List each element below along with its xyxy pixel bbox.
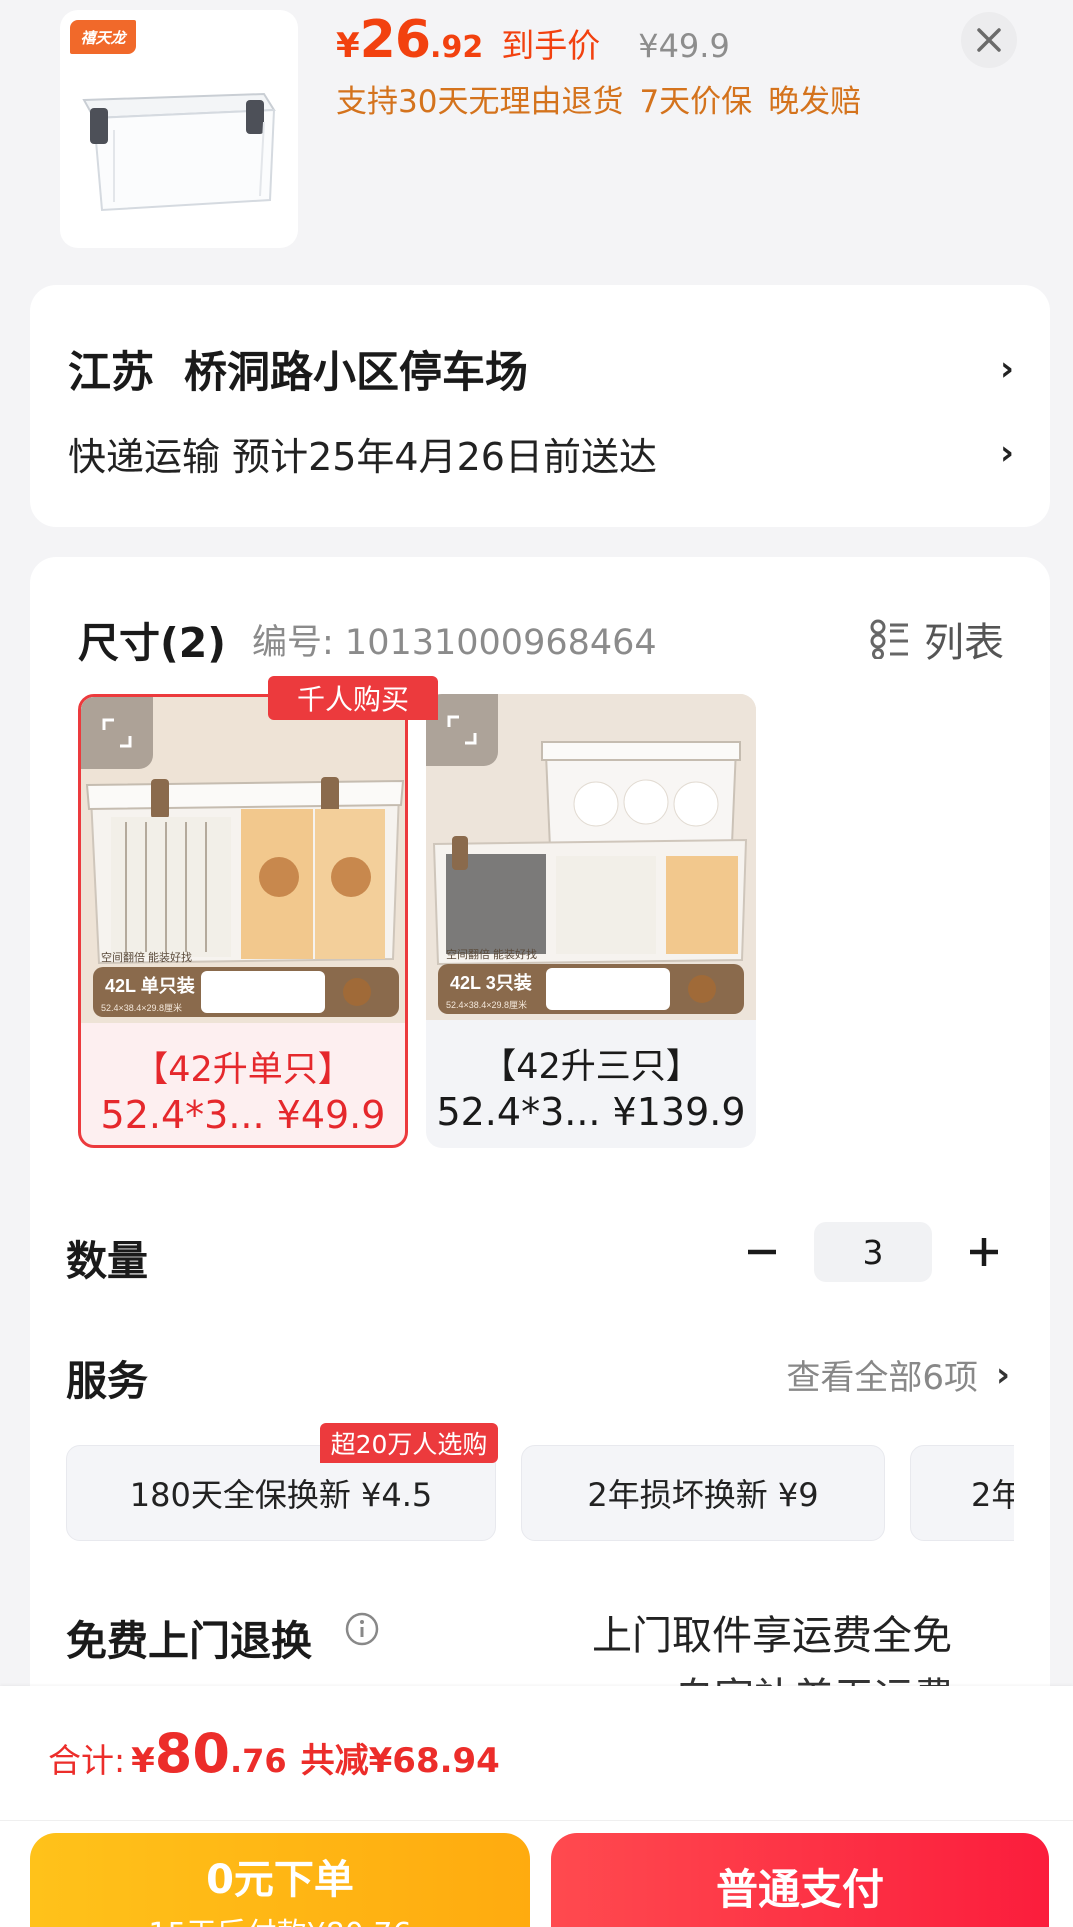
decrease-button[interactable] [734,1224,790,1280]
brand-logo: 禧天龙 [70,20,136,54]
list-view-toggle[interactable]: 列表 [870,610,1004,668]
sku-image-tag: 42L 3只装 [450,972,532,993]
expand-icon [447,715,477,745]
price-line: ¥ 26 .92 到手价 ¥49.9 [336,10,730,70]
list-toggle-label: 列表 [924,620,1004,666]
sku-name: 【42升三只】 [481,1047,701,1087]
address-text: 江苏 桥洞路小区停车场 [68,348,528,398]
normal-pay-button[interactable]: 普通支付 [551,1833,1049,1927]
hot-badge: 千人购买 [268,676,438,720]
sku-image-dims: 52.4×38.4×29.8厘米 [101,1002,182,1013]
list-icon [870,619,908,659]
sku-option-single[interactable]: 空间翻倍 能装好找 42L 单只装 52.4×38.4×29.8厘米 【42升单… [78,694,408,1148]
close-button[interactable] [961,12,1017,68]
address-card: 江苏 桥洞路小区停车场 › 快递运输 预计25年4月26日前送达 › [30,285,1050,527]
checkout-bar: 合计: ¥ 80 .76 共减¥68.94 0元下单 15天后付款¥80.76 … [0,1686,1073,1927]
quantity-label: 数量 [66,1237,148,1285]
expand-button[interactable] [81,697,153,769]
address-row[interactable]: 江苏 桥洞路小区停车场 › [68,339,1014,399]
close-icon [977,28,1001,52]
service-label: 服务 [66,1357,148,1405]
view-all-label: 查看全部6项 [786,1358,978,1398]
pay-later-button[interactable]: 0元下单 15天后付款¥80.76 [30,1833,530,1927]
info-icon[interactable] [344,1611,380,1647]
total-discount: 共减¥68.94 [300,1741,500,1781]
service-chip-2year[interactable]: 2年损坏换新 ¥9 [521,1445,885,1541]
sku-detail: 52.4*3... ¥49.9 [100,1093,386,1137]
sku-image-caption: 空间翻倍 能装好找 [446,947,537,961]
quantity-stepper: 3 [734,1221,1012,1283]
total-symbol: ¥ [131,1741,155,1781]
delivery-row[interactable]: 快递运输 预计25年4月26日前送达 › [68,425,1014,481]
price-decimal: .92 [430,30,484,65]
price-integer: 26 [359,10,431,70]
delivery-text: 快递运输 预计25年4月26日前送达 [68,434,657,479]
minus-icon [748,1249,776,1255]
pay-later-subtitle: 15天后付款¥80.76 [30,1909,530,1927]
sku-option-triple[interactable]: 空间翻倍 能装好找 42L 3只装 52.4×38.4×29.8厘米 【42升三… [426,694,756,1148]
chevron-right-icon: › [995,1354,1010,1395]
service-promises: 支持30天无理由退货 7天价保 晚发赔 [336,76,861,121]
sku-image-dims: 52.4×38.4×29.8厘米 [446,999,527,1010]
view-all-services[interactable]: 查看全部6项 › [786,1350,1010,1399]
sku-name: 【42升单只】 [133,1050,353,1090]
size-title: 尺寸(2) [78,619,227,667]
sku-image-tag: 42L 单只装 [105,975,195,996]
product-header: 禧天龙 ¥ 26 .92 到手价 ¥49.9 支持30天无理由退货 7天价保 晚… [0,0,1073,260]
price-tag: 到手价 [501,26,601,65]
quantity-input[interactable]: 3 [814,1222,932,1282]
service-chip-partial[interactable]: 2年 [910,1445,1014,1541]
storage-box-image [82,92,276,212]
pay-later-title: 0元下单 [206,1857,354,1903]
promise-price-protect: 7天价保 [639,84,753,120]
total-label: 合计: [48,1741,126,1780]
total-line: 合计: ¥ 80 .76 共减¥68.94 [48,1722,500,1785]
chevron-right-icon: › [999,433,1014,473]
total-decimal: .76 [229,1742,287,1780]
popular-badge: 超20万人选购 [320,1423,498,1463]
original-price: ¥49.9 [638,27,730,65]
promise-return: 支持30天无理由退货 [336,84,624,120]
free-return-text: 上门取件享运费全免 [592,1613,952,1659]
price-symbol: ¥ [336,26,360,66]
chevron-right-icon: › [999,349,1014,389]
total-integer: 80 [154,1722,230,1785]
divider [0,1820,1073,1821]
service-options: 180天全保换新 ¥4.5 2年损坏换新 ¥9 2年 [66,1445,1014,1541]
free-return-label: 免费上门退换 [66,1617,312,1665]
product-code: 编号: 10131000968464 [252,622,657,663]
size-header: 尺寸(2) 编号: 10131000968464 列表 [78,609,1004,669]
plus-icon [970,1238,998,1266]
product-thumbnail[interactable]: 禧天龙 [60,10,298,248]
increase-button[interactable] [956,1224,1012,1280]
promise-late-compensation: 晚发赔 [768,84,862,120]
sku-image-caption: 空间翻倍 能装好找 [101,950,192,964]
expand-icon [102,718,132,748]
sku-detail: 52.4*3... ¥139.9 [436,1090,746,1134]
